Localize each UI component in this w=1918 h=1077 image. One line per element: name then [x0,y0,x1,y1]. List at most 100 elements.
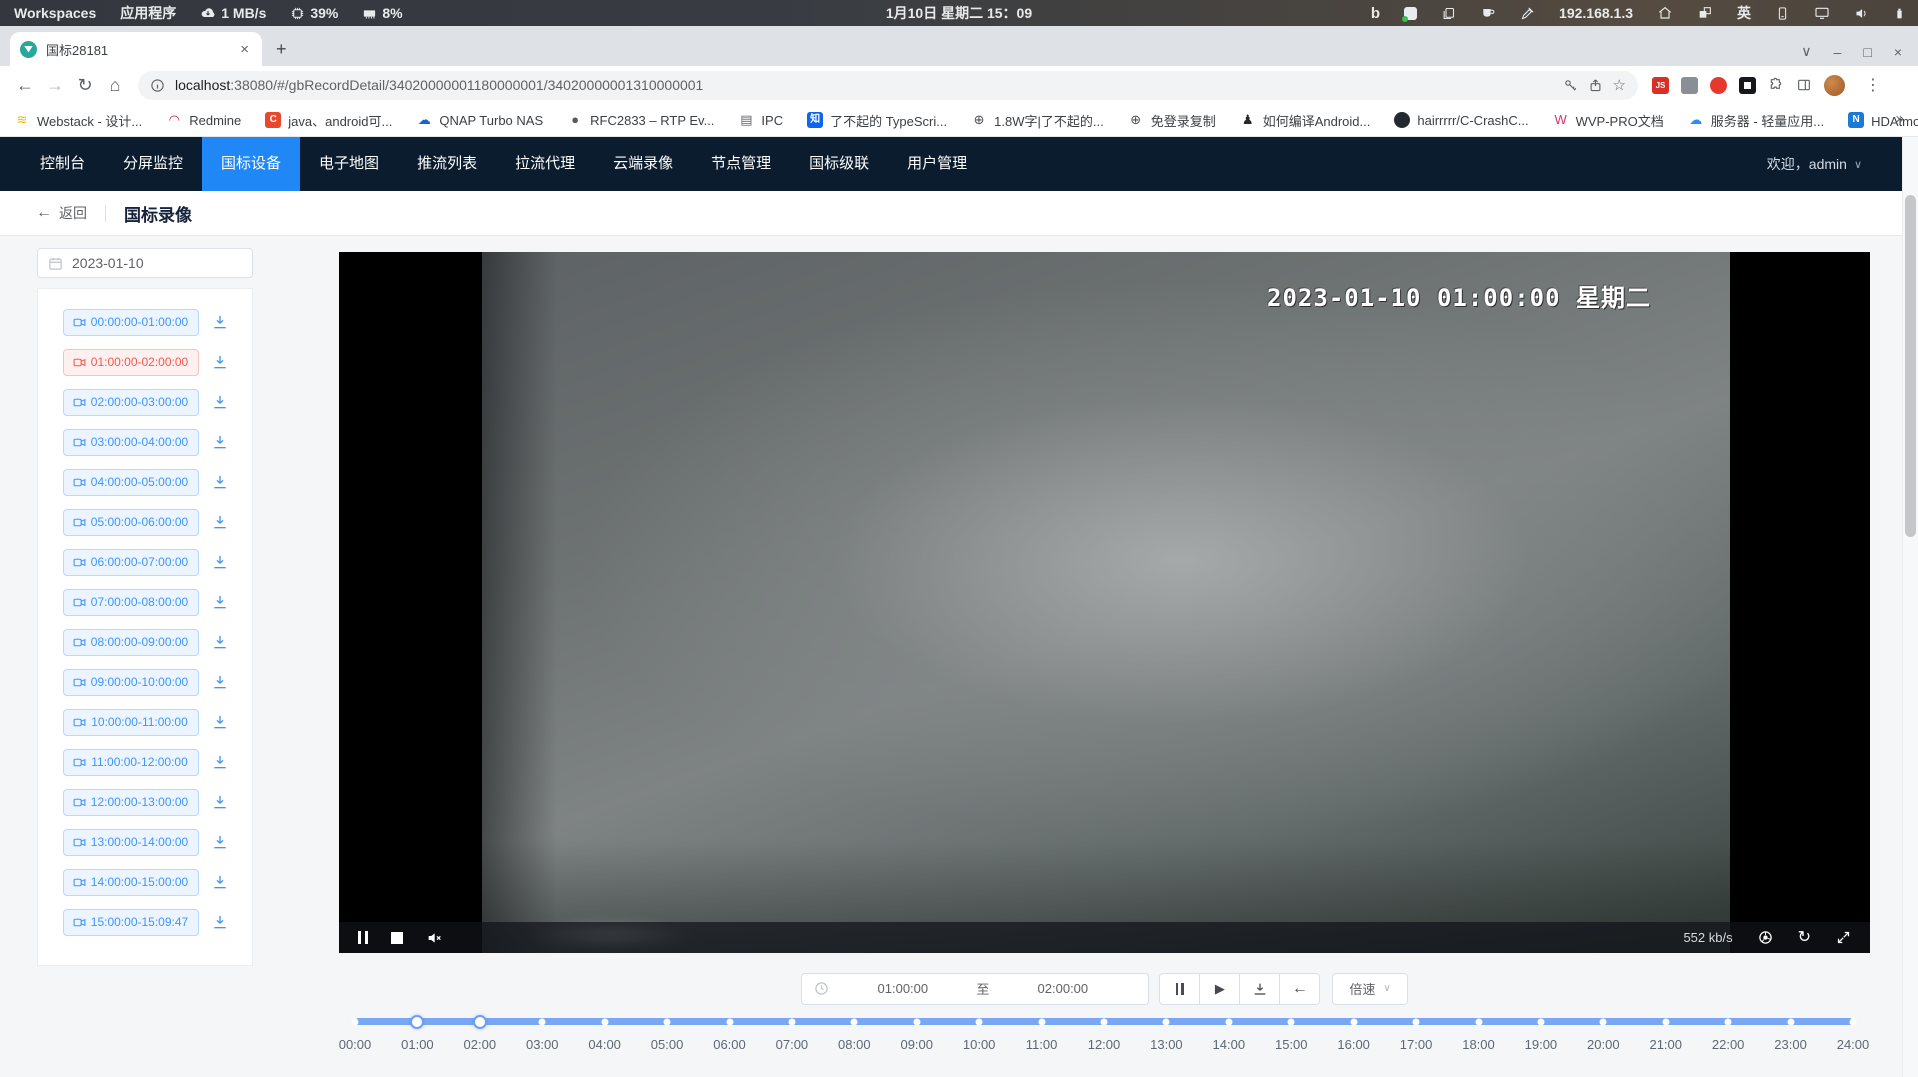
bookmarks-overflow-button[interactable]: » [1896,110,1910,127]
nav-tab[interactable]: 分屏监控 [104,137,202,191]
record-segment-button[interactable]: 04:00:00-05:00:00 [63,469,199,496]
speed-dropdown[interactable]: 倍速 ∨ [1332,973,1407,1005]
tab-close-button[interactable]: × [237,41,252,58]
timeline-dot[interactable] [539,1018,546,1025]
player-refresh-icon[interactable]: ↻ [1798,930,1811,946]
user-menu[interactable]: 欢迎，admin ∨ [1767,154,1902,174]
timeline-dot[interactable] [1288,1018,1295,1025]
bookmark-item[interactable]: ☁ 服务器 - 轻量应用... [1688,111,1824,130]
bookmark-item[interactable]: ⊕ 免登录复制 [1128,111,1216,130]
record-segment-button[interactable]: 01:00:00-02:00:00 [63,349,199,376]
timeline-dot[interactable] [1038,1018,1045,1025]
window-restore-button[interactable]: □ [1863,44,1871,60]
split-view-icon[interactable] [1796,77,1812,93]
extension-gray-icon[interactable] [1681,77,1698,94]
record-segment-button[interactable]: 06:00:00-07:00:00 [63,549,199,576]
skip-back-button[interactable]: ← [1279,973,1320,1005]
home-icon[interactable] [1657,5,1673,21]
record-segment-button[interactable]: 03:00:00-04:00:00 [63,429,199,456]
fullscreen-icon[interactable] [1836,930,1851,945]
record-download-button[interactable] [212,874,228,890]
start-time-value[interactable]: 01:00:00 [829,981,976,996]
record-segment-button[interactable]: 11:00:00-12:00:00 [63,749,199,776]
nav-tab[interactable]: 国标级联 [790,137,888,191]
browser-menu-button[interactable]: ⋮ [1857,75,1889,95]
timeline-dot[interactable] [1163,1018,1170,1025]
timeline-dot[interactable] [1725,1018,1732,1025]
new-tab-button[interactable]: + [262,39,301,66]
tray-notes-icon[interactable] [1404,7,1417,20]
bookmark-item[interactable]: ◠ Redmine [166,112,241,128]
nav-tab[interactable]: 节点管理 [692,137,790,191]
record-download-button[interactable] [212,514,228,530]
record-download-button[interactable] [212,714,228,730]
bookmark-item[interactable]: ● RFC2833 – RTP Ev... [567,112,714,128]
timeline-dot[interactable] [1537,1018,1544,1025]
date-picker-input[interactable]: 2023-01-10 [37,248,253,278]
extension-adblock-icon[interactable] [1710,77,1727,94]
timeline-dot[interactable] [664,1018,671,1025]
share-icon[interactable] [1588,78,1603,93]
record-segment-button[interactable]: 09:00:00-10:00:00 [63,669,199,696]
record-segment-button[interactable]: 15:00:00-15:09:47 [63,909,199,936]
timeline-dot[interactable] [976,1018,983,1025]
record-download-button[interactable] [212,834,228,850]
nav-tab[interactable]: 用户管理 [888,137,986,191]
record-download-button[interactable] [212,754,228,770]
nav-tab[interactable]: 电子地图 [300,137,398,191]
player-pause-button[interactable] [358,931,368,944]
bookmark-item[interactable]: W WVP-PRO文档 [1553,111,1664,130]
nav-tab[interactable]: 拉流代理 [496,137,594,191]
volume-icon[interactable] [1854,6,1869,21]
snapshot-icon[interactable] [1758,930,1773,945]
record-download-button[interactable] [212,634,228,650]
record-download-button[interactable] [212,394,228,410]
extensions-puzzle-icon[interactable] [1768,77,1784,93]
timeline-dot[interactable] [601,1018,608,1025]
language-indicator[interactable]: 英 [1737,3,1751,23]
window-menu-button[interactable]: ∨ [1801,43,1811,60]
record-download-button[interactable] [212,594,228,610]
nav-tab[interactable]: 国标设备 [202,137,300,191]
applications-menu[interactable]: 应用程序 [120,3,176,23]
bookmark-item[interactable]: ≋ Webstack - 设计... [14,111,142,130]
video-player[interactable]: 2023-01-10 01:00:00 星期二 552 kb/s ↻ [339,252,1870,953]
address-bar[interactable]: localhost:38080/#/gbRecordDetail/3402000… [138,71,1638,100]
profile-avatar[interactable] [1824,75,1845,96]
timeline-handle[interactable] [410,1015,424,1029]
record-download-button[interactable] [212,434,228,450]
record-download-button[interactable] [212,554,228,570]
bookmark-item[interactable]: ▤ IPC [738,112,783,128]
pause-button[interactable] [1159,973,1200,1005]
browser-tab[interactable]: 国标28181 × [10,32,262,66]
timeline-dot[interactable] [1225,1018,1232,1025]
timeline-dot[interactable] [913,1018,920,1025]
window-close-button[interactable]: × [1894,44,1902,60]
record-segment-button[interactable]: 10:00:00-11:00:00 [63,709,199,736]
timeline-track[interactable] [355,1018,1853,1025]
clock[interactable]: 1月10日 星期二 15：09 [886,3,1032,23]
record-download-button[interactable] [212,914,228,930]
timeline-dot[interactable] [352,1018,359,1025]
password-key-icon[interactable] [1563,78,1578,93]
timeline-dot[interactable] [1475,1018,1482,1025]
bookmark-item[interactable]: C java、android可... [265,111,392,130]
timeline-dot[interactable] [726,1018,733,1025]
player-mute-icon[interactable] [426,930,442,946]
timeline-dot[interactable] [1850,1018,1857,1025]
browser-reload-button[interactable]: ↻ [70,75,100,96]
timeline-handle[interactable] [473,1015,487,1029]
play-button[interactable]: ▶ [1199,973,1240,1005]
bookmark-star-icon[interactable]: ☆ [1613,76,1626,94]
record-download-button[interactable] [212,794,228,810]
record-download-button[interactable] [212,674,228,690]
record-segment-button[interactable]: 00:00:00-01:00:00 [63,309,199,336]
browser-forward-button[interactable]: → [40,75,70,96]
timeline-dot[interactable] [1101,1018,1108,1025]
bookmark-item[interactable]: ⊕ 1.8W字|了不起的... [971,111,1104,130]
site-info-icon[interactable] [150,78,165,93]
clipboard-icon[interactable] [1441,6,1456,21]
record-segment-button[interactable]: 05:00:00-06:00:00 [63,509,199,536]
record-segment-button[interactable]: 12:00:00-13:00:00 [63,789,199,816]
page-scrollbar[interactable] [1902,137,1918,1077]
